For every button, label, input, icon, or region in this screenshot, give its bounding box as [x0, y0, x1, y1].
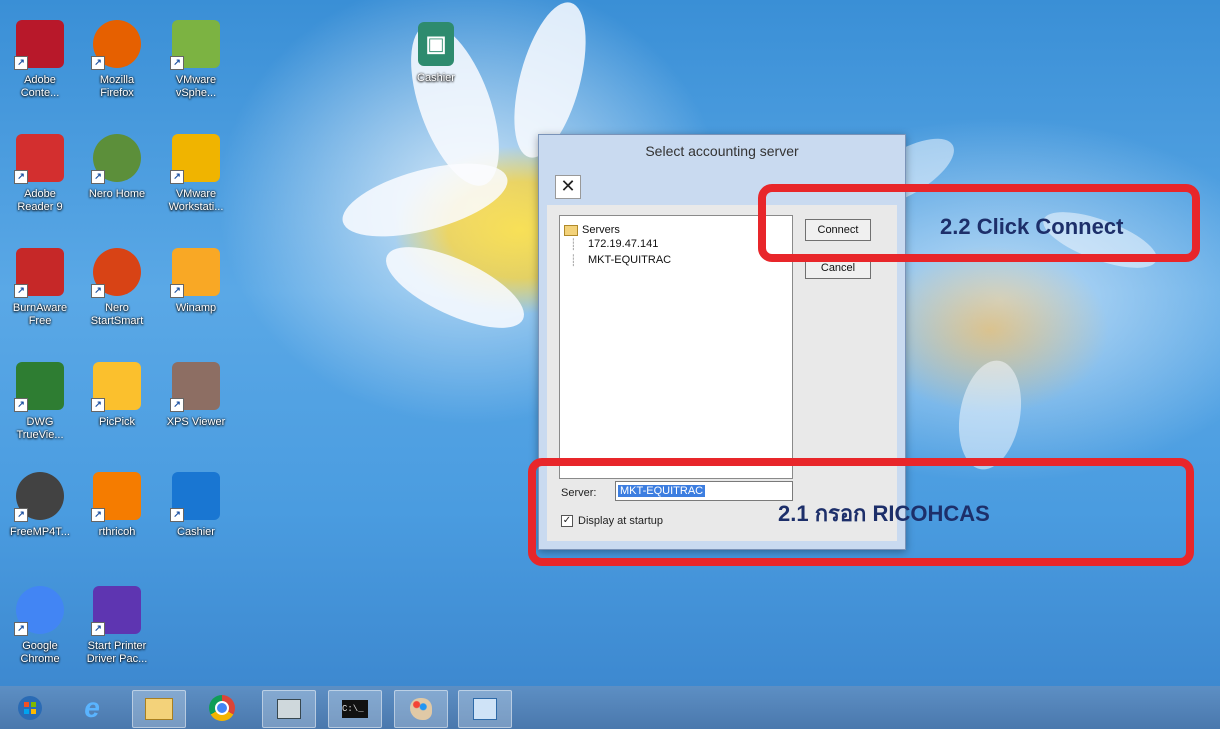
- desktop-icon-label: PicPick: [98, 416, 136, 428]
- chrome-icon[interactable]: [196, 690, 248, 726]
- connect-note: 2.2 Click Connect: [940, 214, 1124, 239]
- adobe-reader-icon: ↗: [14, 134, 64, 184]
- desktop-icon[interactable]: ↗ rthricoh: [79, 472, 155, 539]
- desktop-icon-label: rthricoh: [98, 526, 136, 538]
- desktop-icon-label: XPS Viewer: [166, 416, 226, 428]
- vmware-vsphere-icon: ↗: [170, 20, 220, 70]
- tree-item-server-2[interactable]: MKT-EQUITRAC: [588, 254, 671, 266]
- desktop-icon[interactable]: ↗ VMware vSphe...: [158, 20, 234, 100]
- shortcut-arrow-icon: ↗: [170, 508, 184, 522]
- vmware-workstation-icon: ↗: [170, 134, 220, 184]
- desktop-icon[interactable]: ↗ Nero StartSmart: [79, 248, 155, 328]
- server-tree[interactable]: Servers ┊ 172.19.47.141 ┊ MKT-EQUITRAC: [559, 215, 793, 479]
- desktop-icon-label: Google Chrome: [20, 640, 60, 665]
- tree-item-server-1[interactable]: 172.19.47.141: [588, 238, 658, 250]
- adobe-content-icon: ↗: [14, 20, 64, 70]
- shortcut-arrow-icon: ↗: [14, 284, 28, 298]
- paint-icon[interactable]: [394, 690, 448, 728]
- shortcut-arrow-icon: ↗: [91, 508, 105, 522]
- desktop-icon[interactable]: ↗ Cashier: [158, 472, 234, 539]
- desktop-icon-label: Start Printer Driver Pac...: [86, 640, 148, 665]
- shortcut-arrow-icon: ↗: [170, 398, 184, 412]
- tree-root[interactable]: Servers: [564, 224, 620, 236]
- server-note: 2.1 กรอก RICOHCAS: [778, 501, 990, 526]
- firefox-icon: ↗: [91, 20, 141, 70]
- desktop-icon-label: Adobe Conte...: [20, 74, 60, 99]
- desktop-icon-label: Adobe Reader 9: [17, 188, 63, 213]
- shortcut-arrow-icon: ↗: [170, 170, 184, 184]
- desktop-icon[interactable]: ↗ FreeMP4T...: [2, 472, 78, 539]
- desktop-icon-label: VMware vSphe...: [175, 74, 217, 99]
- winamp-icon: ↗: [170, 248, 220, 298]
- freemp4-icon: ↗: [14, 472, 64, 522]
- desktop-icon[interactable]: ↗ Nero Home: [79, 134, 155, 201]
- desktop-icon[interactable]: ↗ DWG TrueVie...: [2, 362, 78, 442]
- desktop-icon-label: BurnAware Free: [12, 302, 68, 327]
- shortcut-arrow-icon: ↗: [91, 284, 105, 298]
- windows-start-icon[interactable]: [4, 690, 56, 726]
- shortcut-arrow-icon: ↗: [91, 622, 105, 636]
- desktop-icon[interactable]: ↗ XPS Viewer: [158, 362, 234, 429]
- shortcut-arrow-icon: ↗: [14, 170, 28, 184]
- desktop-icon-label: Mozilla Firefox: [99, 74, 135, 99]
- desktop-icon[interactable]: ↗ Mozilla Firefox: [79, 20, 155, 100]
- shortcut-arrow-icon: ↗: [91, 398, 105, 412]
- xps-viewer-icon: ↗: [170, 362, 220, 412]
- desktop-icon-label: VMware Workstati...: [168, 188, 224, 213]
- shortcut-arrow-icon: ↗: [14, 56, 28, 70]
- folder-icon: [564, 224, 578, 236]
- shortcut-arrow-icon: ↗: [170, 284, 184, 298]
- shortcut-arrow-icon: ↗: [14, 622, 28, 636]
- internet-explorer-icon[interactable]: e: [66, 690, 118, 726]
- nero-startsmart-icon: ↗: [91, 248, 141, 298]
- picpick-icon: ↗: [91, 362, 141, 412]
- tree-line: ┊: [570, 255, 577, 267]
- desktop-icon[interactable]: ↗ Adobe Reader 9: [2, 134, 78, 214]
- printer-driver-icon: ↗: [91, 586, 141, 636]
- network-icon[interactable]: [262, 690, 316, 728]
- desktop-icon-label: Nero Home: [88, 188, 146, 200]
- desktop-icon-label: Cashier: [177, 526, 215, 538]
- desktop-icon-label: Winamp: [175, 302, 217, 314]
- desktop-icon[interactable]: ↗ Adobe Conte...: [2, 20, 78, 100]
- dwg-trueview-icon: ↗: [14, 362, 64, 412]
- desktop-icon[interactable]: ↗ Google Chrome: [2, 586, 78, 666]
- dialog-title: Select accounting server: [645, 143, 799, 159]
- cmd-icon[interactable]: C:\_: [328, 690, 382, 728]
- desktop-icon-label: DWG TrueVie...: [16, 416, 64, 441]
- desktop-icon[interactable]: ↗ BurnAware Free: [2, 248, 78, 328]
- chrome-icon: ↗: [14, 586, 64, 636]
- shortcut-arrow-icon: ↗: [91, 56, 105, 70]
- cashier-icon: ↗: [170, 472, 220, 522]
- burnaware-icon: ↗: [14, 248, 64, 298]
- cashier-icon[interactable]: [458, 690, 512, 728]
- taskbar: e C:\_: [0, 686, 1220, 729]
- desktop-icon-label: Nero StartSmart: [90, 302, 144, 327]
- tree-line: ┊: [570, 239, 577, 251]
- desktop-icon[interactable]: ↗ VMware Workstati...: [158, 134, 234, 214]
- desktop-icon-label: FreeMP4T...: [10, 526, 70, 538]
- close-icon[interactable]: ✕: [555, 175, 581, 199]
- shortcut-arrow-icon: ↗: [14, 508, 28, 522]
- rthricoh-icon: ↗: [91, 472, 141, 522]
- shortcut-arrow-icon: ↗: [170, 56, 184, 70]
- desktop-icon-cashier-top[interactable]: ▣ Cashier: [398, 22, 474, 85]
- tree-root-label: Servers: [582, 224, 620, 236]
- desktop-icon[interactable]: ↗ PicPick: [79, 362, 155, 429]
- cashier-icon: ▣: [418, 22, 454, 66]
- shortcut-arrow-icon: ↗: [91, 170, 105, 184]
- file-explorer-icon[interactable]: [132, 690, 186, 728]
- desktop-icon[interactable]: ↗ Start Printer Driver Pac...: [79, 586, 155, 666]
- desktop-icon[interactable]: ↗ Winamp: [158, 248, 234, 315]
- shortcut-arrow-icon: ↗: [14, 398, 28, 412]
- nero-home-icon: ↗: [91, 134, 141, 184]
